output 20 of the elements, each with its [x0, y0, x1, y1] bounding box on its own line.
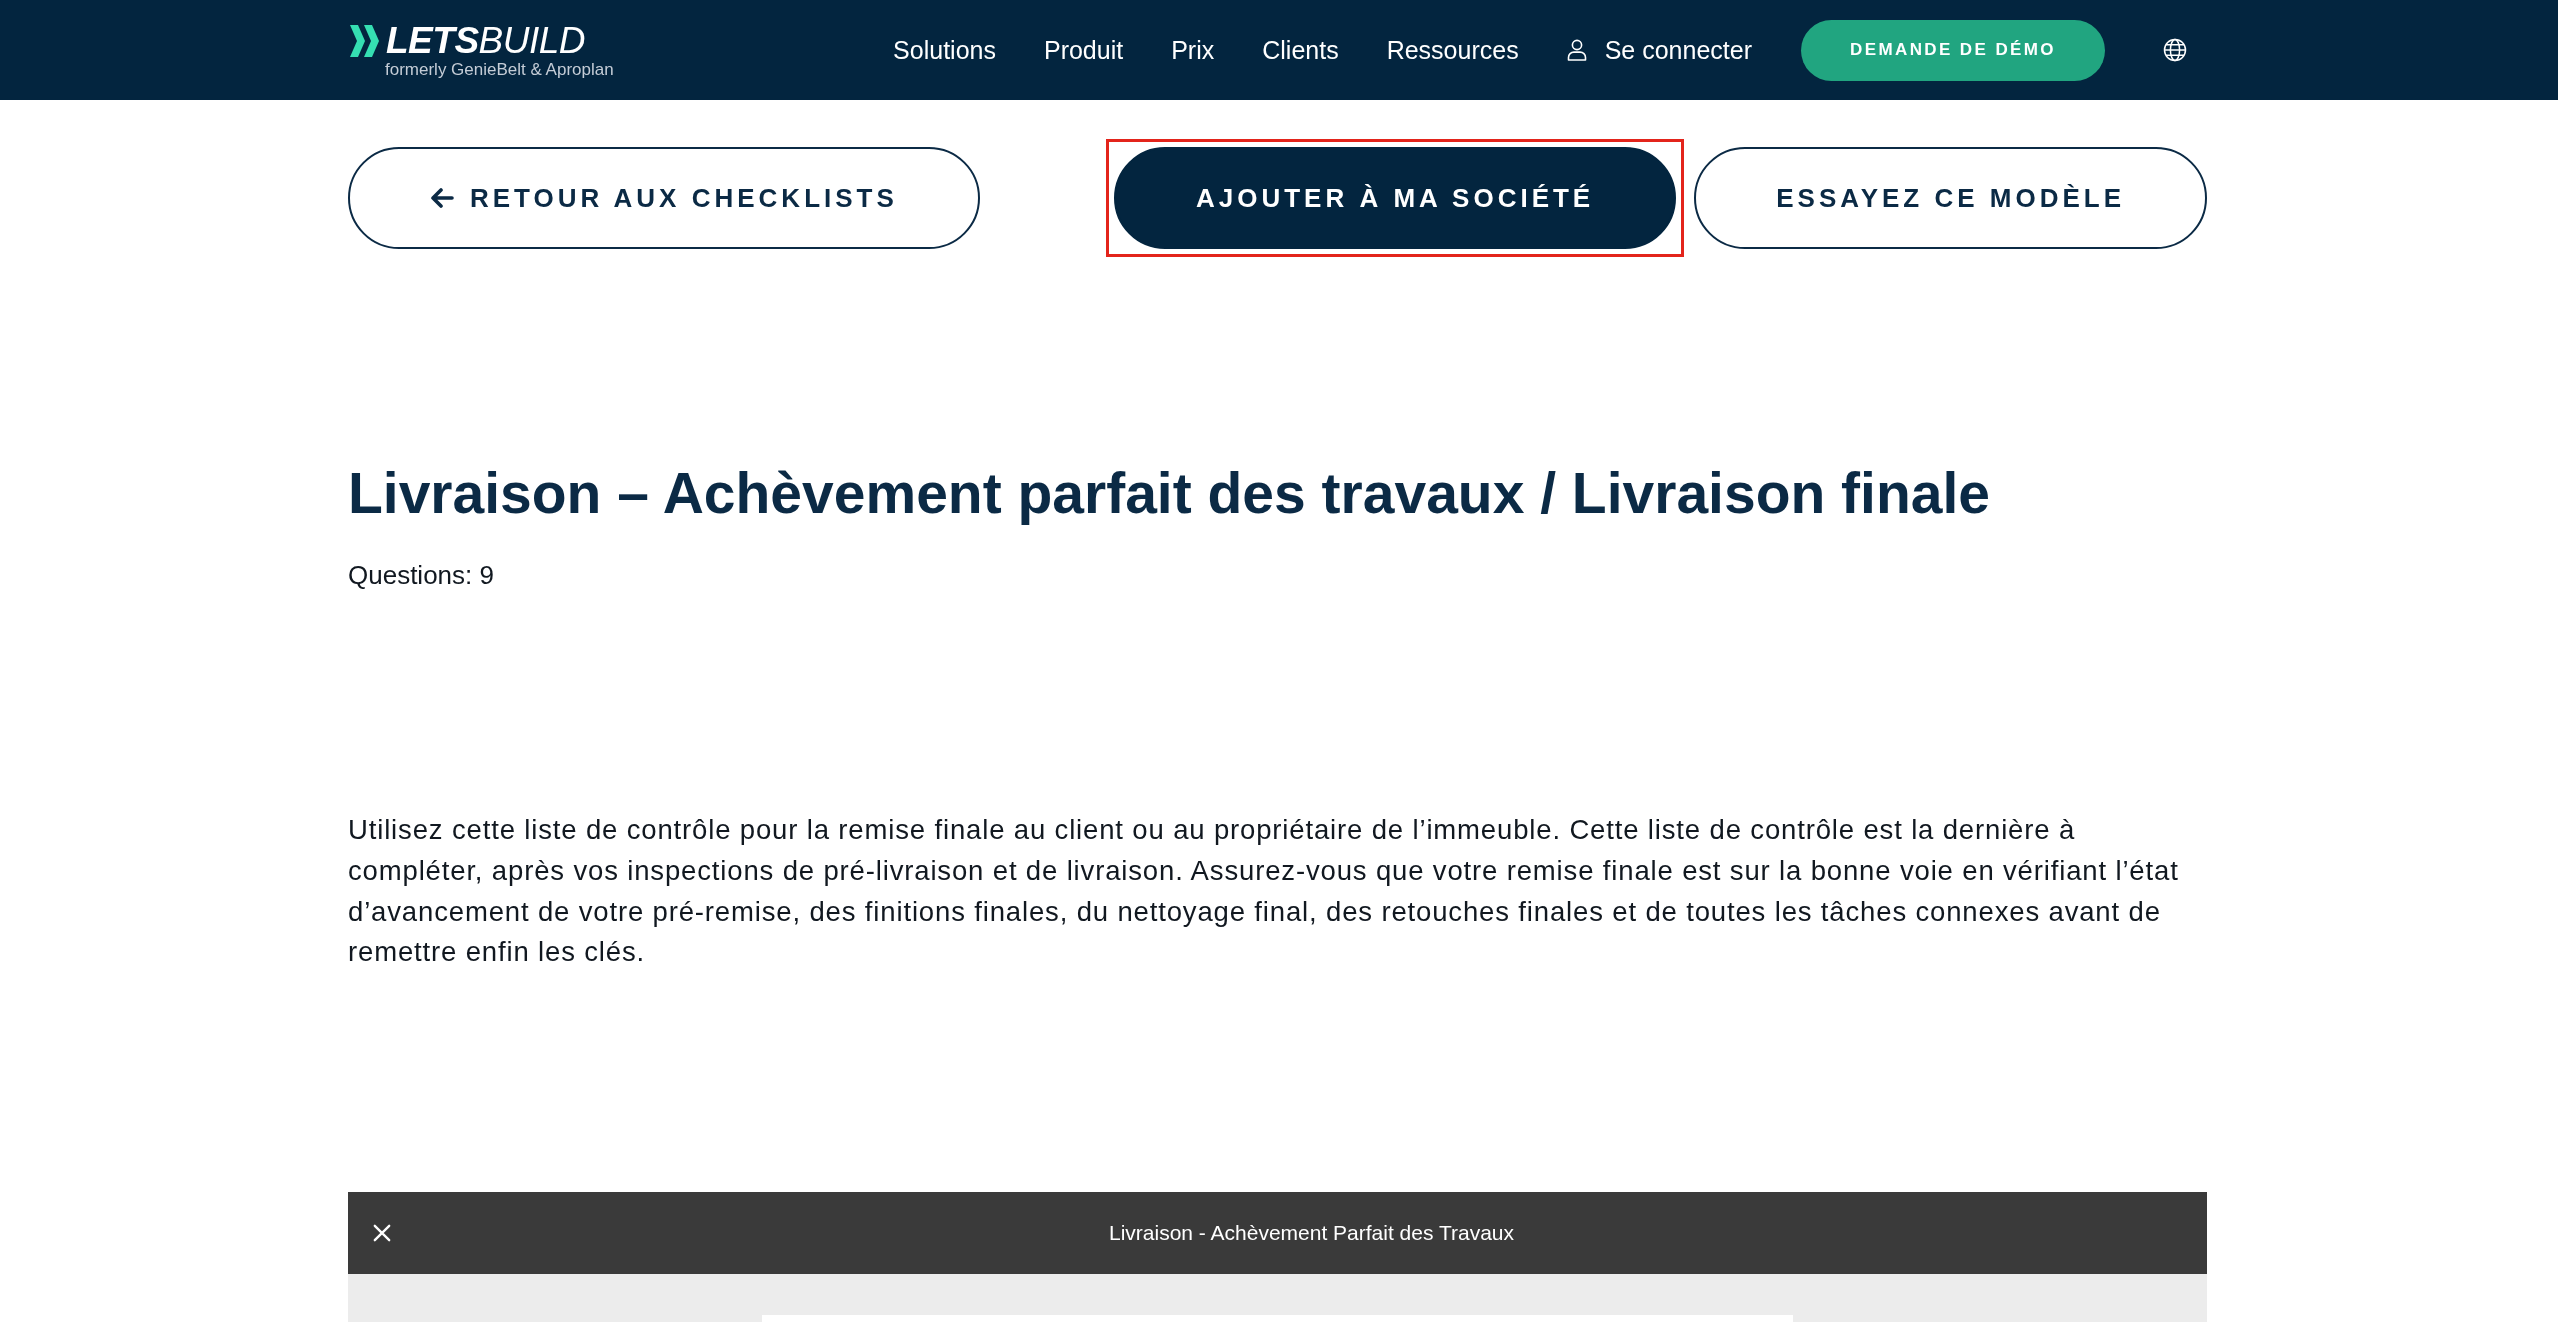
- nav-link[interactable]: Prix: [1171, 35, 1215, 65]
- back-to-checklists-button[interactable]: RETOUR AUX CHECKLISTS: [348, 147, 980, 249]
- checklist-title: Livraison – Achèvement parfait des travaux / Livraison finale: [348, 462, 1991, 524]
- add-to-company-button[interactable]: AJOUTER À MA SOCIÉTÉ: [1113, 147, 1677, 249]
- viewer-title: Livraison - Achèvement Parfait des Travaux: [1109, 1221, 1514, 1246]
- double-chevron-icon: [350, 25, 380, 57]
- logo-wordmark[interactable]: LETSBUILD: [386, 22, 586, 60]
- try-template-button[interactable]: ESSAYEZ CE MODÈLE: [1694, 147, 2207, 249]
- person-icon: [1566, 39, 1587, 61]
- checklist-description: Utilisez cette liste de contrôle pour la remise finale au client ou au propriétaire de l’immeuble. Cette liste de contrôle est la dernière à compléter, après vos inspections de pré-livraison et de livraison. Assurez-vous que votre remise finale est sur la bonne voie en vérifiant l’état d’avancement de votre pré-remise, des finitions finales, du nettoyage final, des retouches finales et de toutes les tâches connexes avant de remettre enfin les clés.: [348, 813, 2180, 970]
- nav-link[interactable]: Produit: [1043, 35, 1124, 65]
- close-icon[interactable]: [373, 1224, 391, 1243]
- logo-tagline: formerly GenieBelt & Aproplan: [385, 60, 614, 80]
- nav-link[interactable]: Ressources: [1386, 35, 1519, 65]
- question-count: Questions: 9: [348, 559, 495, 592]
- login-link[interactable]: Se connecter: [1566, 35, 1752, 65]
- nav-link[interactable]: Clients: [1262, 35, 1339, 65]
- nav-link[interactable]: Solutions: [893, 35, 996, 65]
- globe-icon[interactable]: [2163, 38, 2187, 62]
- left-arrow-icon: [430, 188, 454, 208]
